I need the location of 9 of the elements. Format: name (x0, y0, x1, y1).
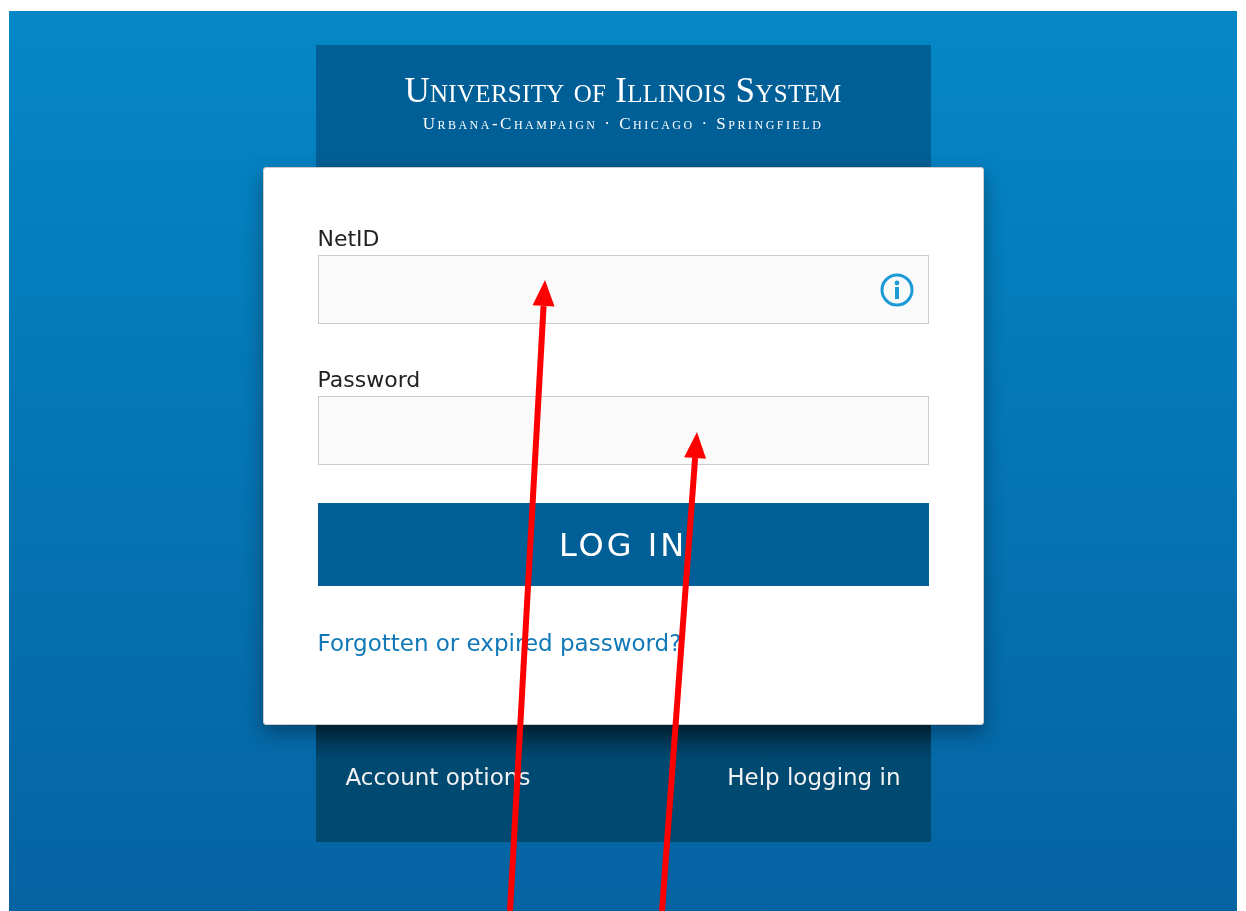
footer-link[interactable]: Help logging in (727, 763, 901, 790)
logo-title: University of Illinois System (404, 72, 842, 108)
field-label: Password (317, 367, 422, 392)
input-field[interactable] (317, 396, 929, 465)
info-icon[interactable] (879, 272, 914, 307)
logo-subtitle: Urbana-Champaign · Chicago · Springfield (422, 113, 824, 134)
input-field[interactable] (317, 255, 929, 324)
field-label: NetID (317, 226, 381, 251)
login-button[interactable]: LOG IN (317, 503, 929, 586)
